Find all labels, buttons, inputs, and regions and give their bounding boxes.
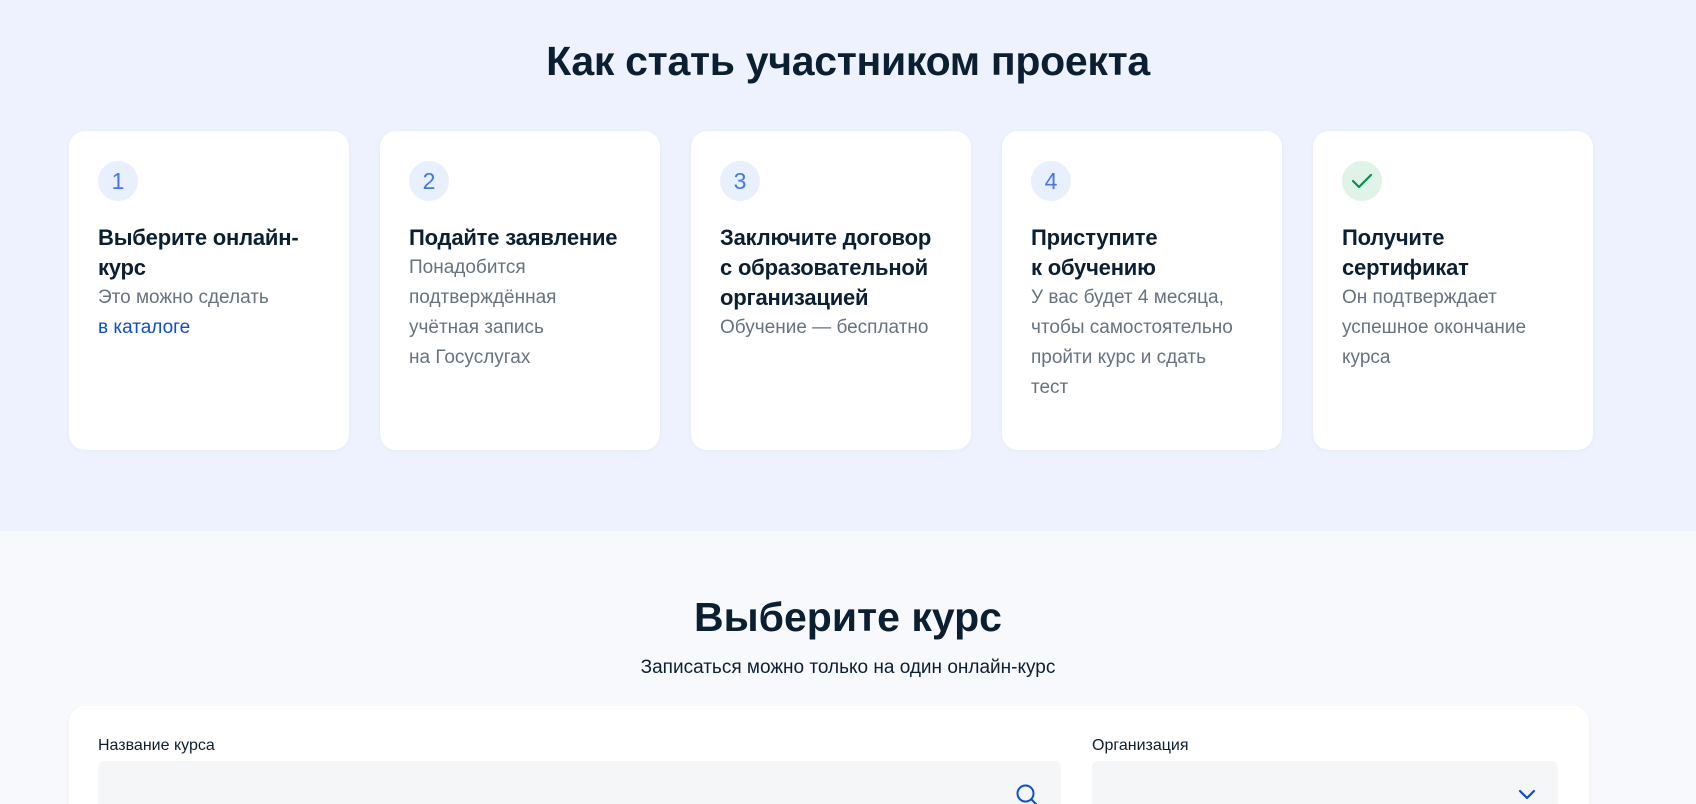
step-text-line: У вас будет 4 месяца, bbox=[1031, 287, 1224, 308]
step-text-line: Понадобится bbox=[409, 257, 526, 278]
course-filter-panel: Название курса Организация bbox=[69, 706, 1589, 804]
step-title-line: сертификат bbox=[1342, 255, 1469, 280]
step-title: Заключите договор с образовательной орга… bbox=[720, 223, 942, 313]
organization-label: Организация bbox=[1092, 737, 1189, 754]
step-title-line: курс bbox=[98, 255, 146, 280]
step-title-line: Заключите договор bbox=[720, 225, 932, 250]
step-title-line: организацией bbox=[720, 285, 869, 310]
step-description: Обучение — бесплатно bbox=[720, 313, 942, 343]
organization-select[interactable] bbox=[1092, 761, 1558, 804]
step-title: Подайте заявление bbox=[409, 223, 631, 253]
step-title: Выберите онлайн- курс bbox=[98, 223, 320, 283]
step-text-line: Это можно сделать bbox=[98, 287, 269, 308]
course-name-label: Название курса bbox=[98, 737, 215, 754]
step-text-line: успешное окончание bbox=[1342, 317, 1527, 338]
course-name-input[interactable] bbox=[98, 761, 1061, 804]
steps-list: 1 Выберите онлайн- курс Это можно сделат… bbox=[69, 131, 1593, 450]
search-icon[interactable] bbox=[1015, 783, 1039, 804]
check-icon bbox=[1342, 161, 1382, 201]
step-number-badge: 3 bbox=[720, 161, 760, 201]
choose-course-section: Выберите курс Записаться можно только на… bbox=[0, 531, 1696, 804]
step-card-5: Получите сертификат Он подтверждает успе… bbox=[1313, 131, 1593, 450]
step-card-3: 3 Заключите договор с образовательной ор… bbox=[691, 131, 971, 450]
step-text-line: пройти курс и сдать bbox=[1031, 347, 1207, 368]
step-title-line: Выберите онлайн- bbox=[98, 225, 299, 250]
step-card-1: 1 Выберите онлайн- курс Это можно сделат… bbox=[69, 131, 349, 450]
step-title-line: Приступите bbox=[1031, 225, 1158, 250]
step-number-badge: 2 bbox=[409, 161, 449, 201]
choose-course-subtitle: Записаться можно только на один онлайн-к… bbox=[640, 657, 1056, 678]
step-description: Понадобится подтверждённая учётная запис… bbox=[409, 253, 631, 373]
chevron-down-icon[interactable] bbox=[1518, 789, 1536, 801]
step-description: Это можно сделать в каталоге bbox=[98, 283, 320, 343]
course-name-field bbox=[98, 761, 1061, 804]
step-text-line: учётная запись bbox=[409, 317, 544, 338]
step-number-badge: 1 bbox=[98, 161, 138, 201]
how-to-join-title: Как стать участником проекта bbox=[546, 38, 1150, 84]
step-text-line: курса bbox=[1342, 347, 1391, 368]
choose-course-title: Выберите курс bbox=[694, 594, 1002, 640]
step-text-line: тест bbox=[1031, 377, 1069, 398]
step-title-line: Получите bbox=[1342, 225, 1445, 250]
step-title-line: с образовательной bbox=[720, 255, 928, 280]
step-text-line: на Госуслугах bbox=[409, 347, 531, 368]
catalog-link[interactable]: в каталоге bbox=[98, 317, 190, 338]
step-card-2: 2 Подайте заявление Понадобится подтверж… bbox=[380, 131, 660, 450]
how-to-join-section: Как стать участником проекта 1 Выберите … bbox=[0, 0, 1696, 531]
step-title: Получите сертификат bbox=[1342, 223, 1564, 283]
step-description: У вас будет 4 месяца, чтобы самостоятель… bbox=[1031, 283, 1253, 403]
step-text-line: Обучение — бесплатно bbox=[720, 317, 929, 338]
step-card-4: 4 Приступите к обучению У вас будет 4 ме… bbox=[1002, 131, 1282, 450]
step-number-badge: 4 bbox=[1031, 161, 1071, 201]
step-title-line: Подайте заявление bbox=[409, 225, 618, 250]
step-title: Приступите к обучению bbox=[1031, 223, 1253, 283]
step-title-line: к обучению bbox=[1031, 255, 1156, 280]
step-description: Он подтверждает успешное окончание курса bbox=[1342, 283, 1564, 373]
step-text-line: чтобы самостоятельно bbox=[1031, 317, 1233, 338]
step-text-line: Он подтверждает bbox=[1342, 287, 1497, 308]
step-text-line: подтверждённая bbox=[409, 287, 557, 308]
